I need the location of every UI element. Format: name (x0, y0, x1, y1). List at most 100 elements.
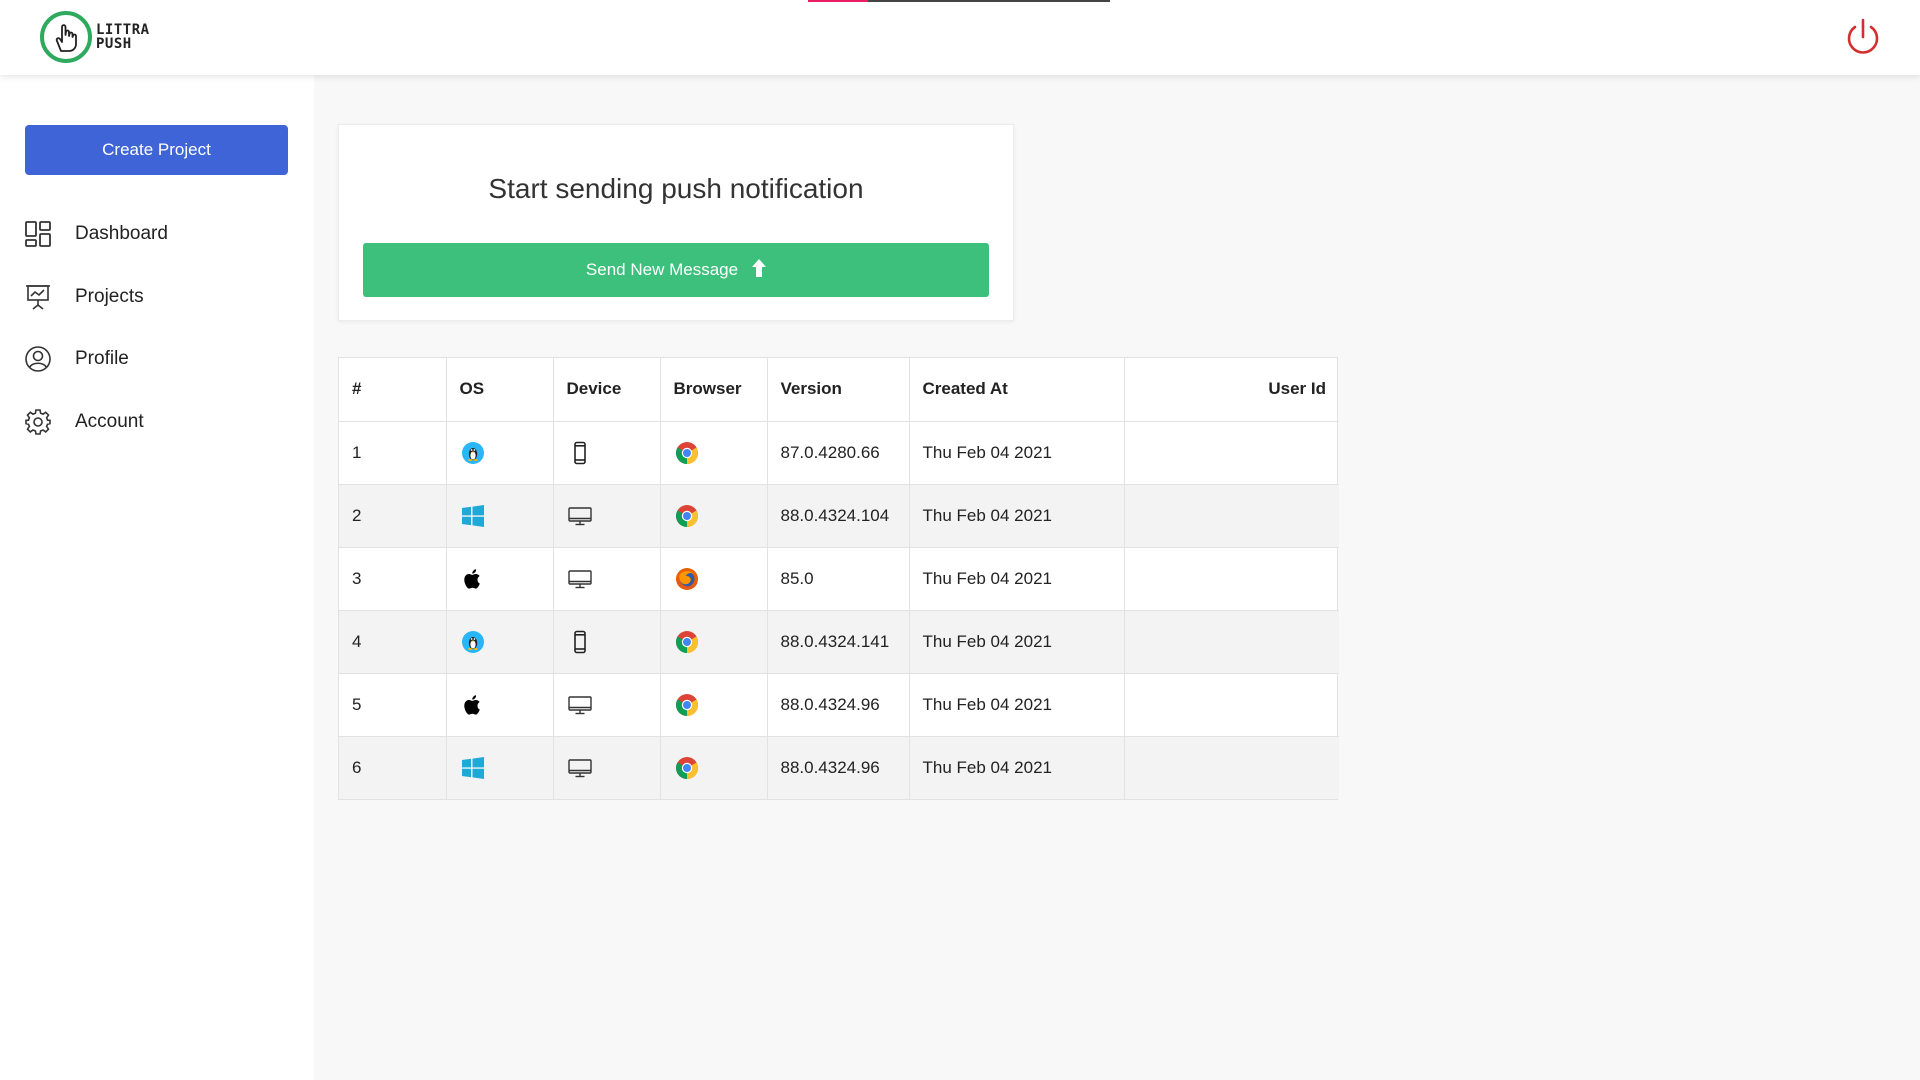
send-new-message-button[interactable]: Send New Message (363, 243, 989, 297)
table-row: 4 88.0.4324.141 Thu Feb 04 2021 (339, 610, 1339, 674)
sidebar-item-account[interactable]: Account (24, 404, 294, 440)
cell-os (446, 547, 554, 611)
column-header-version: Version (767, 358, 910, 422)
cell-browser (660, 421, 768, 485)
cell-user-id (1124, 673, 1339, 737)
sidebar-item-label: Account (75, 411, 144, 432)
cell-device (553, 547, 661, 611)
column-header-number: # (339, 358, 447, 422)
user-circle-icon (24, 345, 52, 373)
page-load-progress (808, 0, 1110, 2)
page-load-progress-fill (808, 0, 869, 2)
sidebar-item-profile[interactable]: Profile (24, 341, 294, 377)
chrome-browser-icon (674, 755, 700, 781)
cell-os (446, 484, 554, 548)
cell-version: 87.0.4280.66 (767, 421, 910, 485)
windows-os-icon (460, 503, 486, 529)
cell-version: 88.0.4324.141 (767, 610, 910, 674)
chrome-browser-icon (674, 503, 700, 529)
desktop-device-icon (567, 755, 593, 781)
cell-number: 4 (339, 610, 447, 674)
desktop-device-icon (567, 566, 593, 592)
table-row: 5 88.0.4324.96 Thu Feb 04 2021 (339, 673, 1339, 737)
desktop-device-icon (567, 503, 593, 529)
hand-pointer-icon (40, 11, 92, 63)
cell-version: 88.0.4324.104 (767, 484, 910, 548)
desktop-device-icon (567, 692, 593, 718)
subscribers-table: # OS Device Browser Version Created At U… (338, 357, 1339, 800)
cell-browser (660, 736, 768, 799)
presentation-icon (24, 283, 52, 311)
cell-device (553, 421, 661, 485)
sidebar-item-label: Projects (75, 286, 144, 307)
logo-text-line1: LITTRA (96, 22, 150, 38)
apple-os-icon (460, 692, 486, 718)
cell-device (553, 610, 661, 674)
logo[interactable]: LITTRA PUSH (40, 8, 150, 66)
cell-user-id (1124, 610, 1339, 674)
top-bar: LITTRA PUSH (0, 0, 1920, 75)
cell-user-id (1124, 484, 1339, 548)
column-header-device: Device (553, 358, 661, 422)
power-icon[interactable] (1843, 17, 1883, 57)
cell-user-id (1124, 547, 1339, 611)
dashboard-icon (24, 220, 52, 248)
firefox-browser-icon (674, 566, 700, 592)
cell-version: 85.0 (767, 547, 910, 611)
card-title: Start sending push notification (488, 173, 864, 204)
gear-icon (24, 408, 52, 436)
cell-user-id (1124, 736, 1339, 799)
send-notification-card: Start sending push notification Send New… (338, 124, 1014, 321)
cell-created-at: Thu Feb 04 2021 (909, 484, 1125, 548)
column-header-browser: Browser (660, 358, 768, 422)
column-header-user-id: User Id (1124, 358, 1339, 422)
cell-created-at: Thu Feb 04 2021 (909, 547, 1125, 611)
windows-os-icon (460, 755, 486, 781)
cell-number: 6 (339, 736, 447, 799)
sidebar-item-dashboard[interactable]: Dashboard (24, 216, 294, 252)
sidebar: Create Project Dashboard Projects Profil… (0, 75, 314, 1080)
cell-number: 2 (339, 484, 447, 548)
cell-browser (660, 547, 768, 611)
sidebar-item-label: Dashboard (75, 223, 168, 244)
cell-created-at: Thu Feb 04 2021 (909, 736, 1125, 799)
arrow-up-icon (752, 258, 767, 282)
cell-created-at: Thu Feb 04 2021 (909, 421, 1125, 485)
send-button-label: Send New Message (585, 260, 739, 279)
linux-os-icon (460, 629, 486, 655)
linux-os-icon (460, 440, 486, 466)
logo-text-line2: PUSH (96, 36, 132, 52)
sidebar-item-label: Profile (75, 348, 129, 369)
create-project-button[interactable]: Create Project (25, 125, 288, 175)
cell-os (446, 421, 554, 485)
cell-created-at: Thu Feb 04 2021 (909, 610, 1125, 674)
table-header-row: # OS Device Browser Version Created At U… (339, 358, 1339, 422)
chrome-browser-icon (674, 629, 700, 655)
column-header-os: OS (446, 358, 554, 422)
chrome-browser-icon (674, 692, 700, 718)
table-row: 3 85.0 Thu Feb 04 2021 (339, 547, 1339, 611)
cell-number: 1 (339, 421, 447, 485)
cell-device (553, 484, 661, 548)
table-row: 1 87.0.4280.66 Thu Feb 04 2021 (339, 421, 1339, 485)
logo-text: LITTRA PUSH (96, 23, 150, 51)
cell-os (446, 673, 554, 737)
cell-version: 88.0.4324.96 (767, 736, 910, 799)
cell-number: 5 (339, 673, 447, 737)
cell-browser (660, 610, 768, 674)
cell-device (553, 736, 661, 799)
table-row: 2 88.0.4324.104 Thu Feb 04 2021 (339, 484, 1339, 548)
cell-user-id (1124, 421, 1339, 485)
mobile-device-icon (567, 440, 593, 466)
cell-browser (660, 484, 768, 548)
chrome-browser-icon (674, 440, 700, 466)
apple-os-icon (460, 566, 486, 592)
column-header-created-at: Created At (909, 358, 1125, 422)
sidebar-item-projects[interactable]: Projects (24, 279, 294, 315)
table-body: 1 87.0.4280.66 Thu Feb 04 2021 2 88.0.4324.1… (339, 421, 1339, 799)
cell-os (446, 610, 554, 674)
cell-number: 3 (339, 547, 447, 611)
table-row: 6 88.0.4324.96 Thu Feb 04 2021 (339, 736, 1339, 799)
cell-version: 88.0.4324.96 (767, 673, 910, 737)
cell-browser (660, 673, 768, 737)
